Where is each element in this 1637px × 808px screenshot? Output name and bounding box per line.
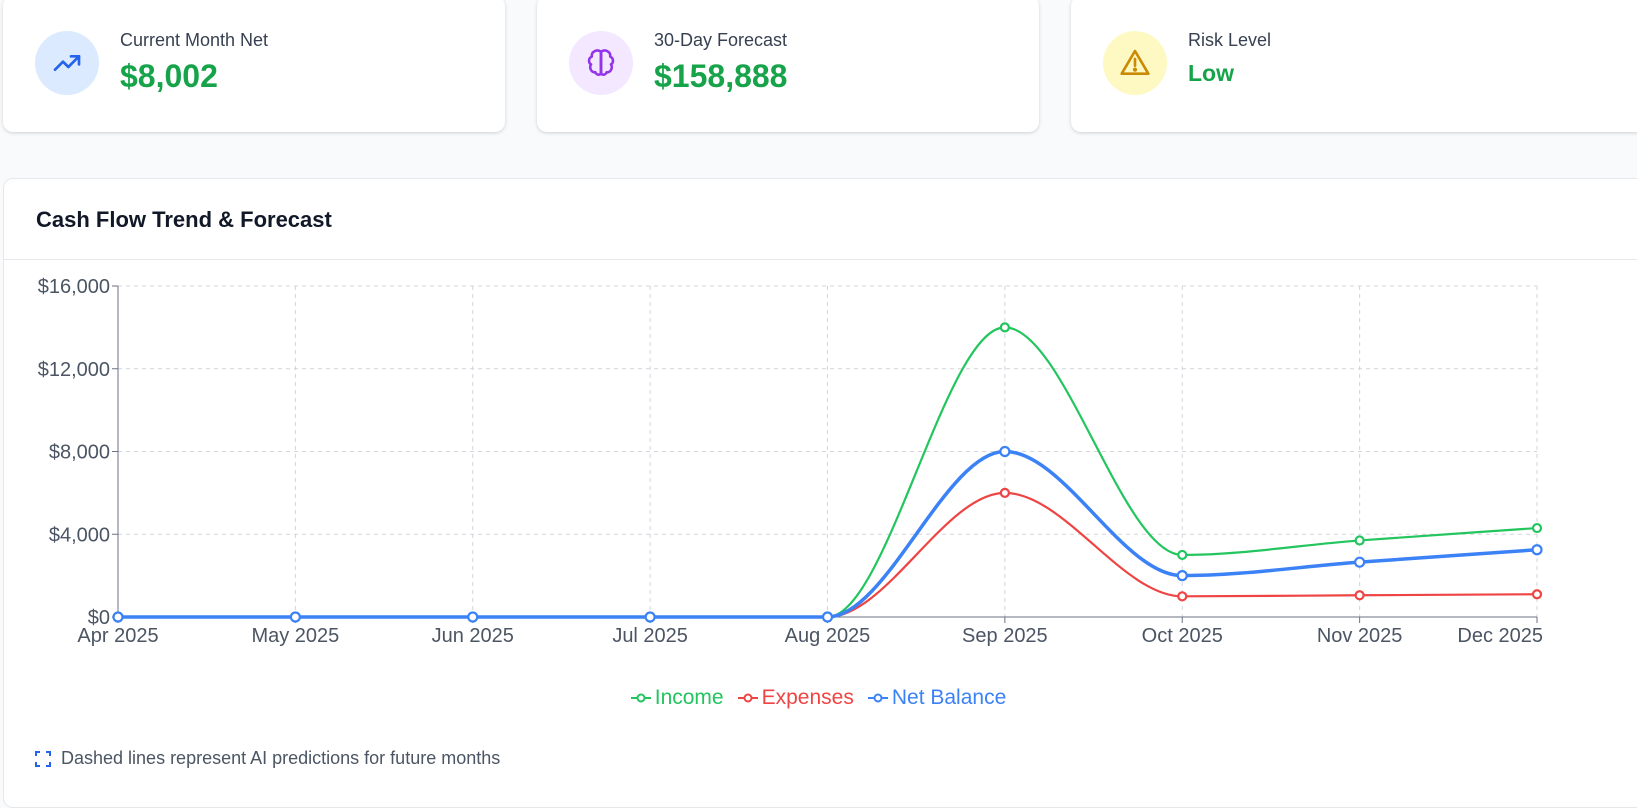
data-point: [467, 611, 479, 623]
dashed-square-icon: [35, 750, 51, 767]
data-point: [1531, 544, 1543, 556]
data-point: [1354, 590, 1365, 601]
legend-item-expenses[interactable]: Expenses: [737, 686, 854, 710]
x-tick-label: Apr 2025: [77, 625, 158, 647]
data-point: [999, 322, 1010, 333]
data-point: [1354, 535, 1365, 546]
footnote-text: Dashed lines represent AI predictions fo…: [61, 748, 501, 768]
y-tick-label: $16,000: [38, 276, 110, 298]
data-point: [821, 611, 834, 623]
y-tick-label: $4,000: [49, 524, 110, 546]
data-point: [1354, 556, 1366, 568]
y-tick-label: $12,000: [38, 359, 110, 381]
chart-footnote: Dashed lines represent AI predictions fo…: [35, 748, 500, 769]
legend-label: Expenses: [761, 686, 854, 709]
x-tick-label: Nov 2025: [1317, 625, 1403, 647]
data-point: [1531, 589, 1543, 600]
data-point: [112, 611, 124, 623]
legend-item-income[interactable]: Income: [630, 686, 724, 710]
x-tick-label: Dec 2025: [1457, 625, 1543, 647]
data-point: [1531, 522, 1543, 534]
x-tick-label: Jul 2025: [612, 625, 688, 647]
legend-label: Income: [654, 686, 724, 709]
data-point: [1177, 549, 1188, 561]
legend-label: Net Balance: [891, 686, 1007, 709]
legend-line-icon: [867, 693, 888, 703]
data-point: [644, 611, 656, 623]
legend-item-net-balance[interactable]: Net Balance: [867, 686, 1007, 710]
x-tick-label: Sep 2025: [962, 625, 1048, 647]
data-point: [999, 445, 1011, 458]
legend-line-icon: [630, 693, 651, 703]
chart-legend: Income Expenses Net Balance: [0, 686, 1637, 710]
x-tick-label: Oct 2025: [1142, 625, 1223, 647]
data-point: [999, 487, 1010, 498]
x-tick-label: Jun 2025: [432, 625, 514, 647]
data-point: [1177, 591, 1188, 602]
x-tick-label: Aug 2025: [785, 625, 871, 647]
data-point: [289, 611, 301, 623]
x-tick-label: May 2025: [251, 625, 339, 647]
data-point: [1176, 570, 1188, 582]
y-tick-label: $8,000: [49, 442, 110, 464]
legend-line-icon: [737, 693, 758, 703]
